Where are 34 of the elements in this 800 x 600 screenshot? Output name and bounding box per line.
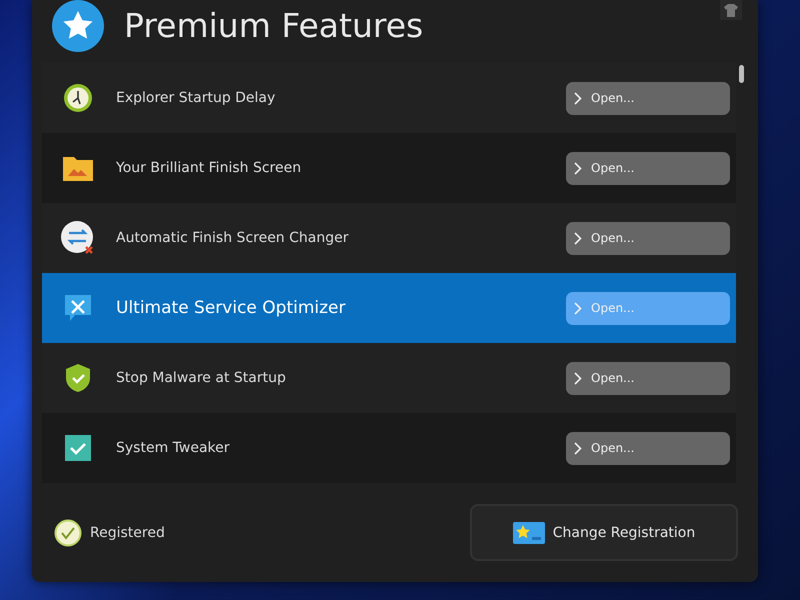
chevron-icon [574, 442, 582, 454]
feature-label: Explorer Startup Delay [116, 90, 276, 106]
star-card-icon [512, 522, 545, 544]
checkbox-icon [64, 434, 92, 462]
feature-label: Ultimate Service Optimizer [116, 298, 347, 318]
change-registration-button[interactable]: Change Registration [470, 504, 738, 561]
shield-icon [65, 363, 91, 393]
feature-row[interactable]: System Tweaker Open... [42, 413, 736, 483]
registration-status: Registered [90, 524, 166, 540]
chevron-icon [574, 92, 582, 104]
checkmark-icon [54, 518, 82, 546]
open-button[interactable]: Open... [566, 152, 730, 184]
chevron-icon [574, 302, 582, 314]
open-button[interactable]: Open... [566, 432, 730, 464]
open-button[interactable]: Open... [566, 362, 730, 394]
clock-icon [62, 82, 94, 114]
chevron-icon [574, 372, 582, 384]
open-button[interactable]: Open... [566, 82, 730, 114]
shirt-icon [724, 4, 738, 16]
theme-button[interactable] [720, 0, 742, 20]
feature-label: System Tweaker [116, 440, 231, 456]
chevron-icon [574, 232, 582, 244]
folder-icon [62, 154, 94, 182]
tools-icon [63, 293, 93, 323]
window-title: Premium Features [124, 6, 424, 45]
feature-label: Stop Malware at Startup [116, 370, 287, 386]
scrollbar-thumb[interactable] [739, 65, 744, 83]
arrows-icon [60, 220, 96, 256]
feature-row[interactable]: Ultimate Service Optimizer Open... [42, 273, 736, 343]
feature-label: Your Brilliant Finish Screen [116, 160, 302, 176]
feature-row[interactable]: Your Brilliant Finish Screen Open... [42, 133, 736, 203]
feature-label: Automatic Finish Screen Changer [116, 230, 350, 246]
open-button[interactable]: Open... [566, 222, 730, 254]
chevron-icon [574, 162, 582, 174]
